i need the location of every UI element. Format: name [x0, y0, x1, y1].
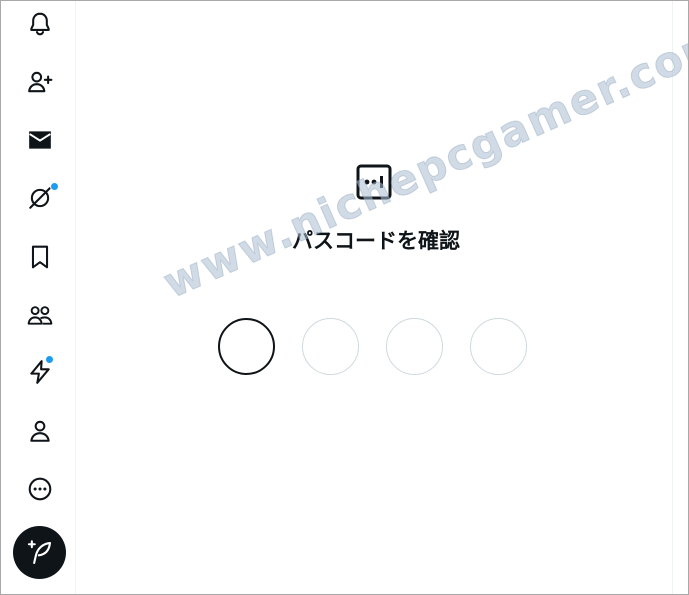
compose-post-icon [27, 539, 51, 564]
compose-post-button[interactable] [13, 526, 66, 579]
page-title: パスコードを確認 [292, 229, 460, 253]
sidebar-item-more[interactable] [21, 470, 59, 508]
passcode-icon [356, 164, 392, 200]
passcode-digit-input-1[interactable] [218, 318, 275, 375]
passcode-digit-input-3[interactable] [386, 318, 443, 375]
sidebar-item-premium[interactable] [21, 353, 59, 391]
sidebar-item-follow[interactable] [21, 63, 59, 101]
sidebar-item-communities[interactable] [21, 296, 59, 334]
notification-badge [50, 182, 59, 191]
sidebar-item-grok[interactable] [21, 179, 59, 217]
watermark: www.nichepcgamer.com [156, 14, 689, 308]
mail-icon [29, 131, 51, 149]
sidebar-nav [1, 1, 76, 594]
sidebar-item-profile[interactable] [21, 412, 59, 450]
passcode-digit-input-4[interactable] [470, 318, 527, 375]
content-border [672, 1, 673, 594]
communities-icon [27, 306, 53, 325]
grok-icon [29, 187, 51, 209]
app-window: パスコードを確認 www.nichepcgamer.com [0, 0, 689, 595]
follow-user-icon [28, 71, 53, 93]
passcode-digit-input-2[interactable] [302, 318, 359, 375]
sidebar-item-notifications[interactable] [21, 5, 59, 43]
bell-icon [30, 12, 50, 36]
notification-badge [45, 355, 54, 364]
bookmark-icon [31, 245, 49, 269]
sidebar-item-bookmarks[interactable] [21, 238, 59, 276]
sidebar-item-messages[interactable] [21, 121, 59, 159]
more-icon [28, 477, 52, 501]
profile-icon [30, 420, 50, 442]
